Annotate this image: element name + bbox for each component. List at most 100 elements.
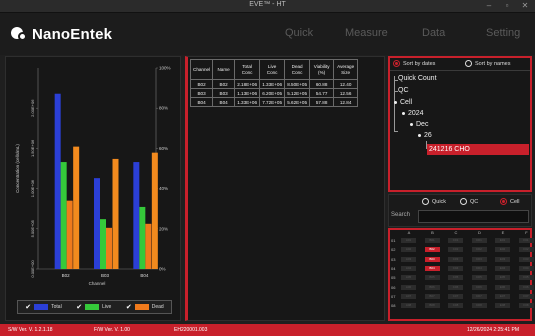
plate-well[interactable]: D05 xyxy=(471,275,487,281)
plate-well[interactable]: E06 xyxy=(495,284,510,290)
maximize-icon[interactable]: ▫ xyxy=(500,1,514,11)
col-header-viability[interactable]: Viability (%) xyxy=(309,59,335,80)
col-header-channel[interactable]: Channel xyxy=(189,59,214,80)
checkbox-total-icon[interactable]: ✔ xyxy=(25,304,31,311)
plate-well[interactable]: E03 xyxy=(495,256,510,262)
plate-well[interactable]: C02 xyxy=(448,247,463,253)
plate-well[interactable]: C08 xyxy=(448,303,463,309)
plate-well[interactable]: A05 xyxy=(401,275,416,281)
col-header-size[interactable]: Average Size xyxy=(333,59,359,80)
plate-well[interactable]: C01 xyxy=(448,238,463,243)
plate-well[interactable]: C05 xyxy=(448,275,463,281)
plate-well[interactable]: E02 xyxy=(495,247,510,253)
plate-well[interactable]: F02 xyxy=(518,247,534,253)
close-icon[interactable]: ✕ xyxy=(518,1,532,11)
plate-well[interactable]: A08 xyxy=(401,303,416,309)
bar-dead-b04 xyxy=(145,223,152,269)
col-header-name[interactable]: Name xyxy=(212,59,236,80)
col-header-live[interactable]: Live Conc xyxy=(259,59,286,80)
plate-well[interactable]: A04 xyxy=(401,265,416,271)
cell-dead: 8.50E+05 xyxy=(284,79,311,89)
plate-well[interactable]: D03 xyxy=(471,256,487,262)
expand-dot-icon[interactable] xyxy=(410,122,413,126)
tree-item-month[interactable]: Dec xyxy=(410,121,428,128)
plate-well[interactable]: A07 xyxy=(401,293,416,299)
tree-item-qc[interactable]: QC xyxy=(398,87,409,94)
tree-item-selected[interactable]: 241216 CHO xyxy=(427,144,529,155)
radio-filter-cell[interactable] xyxy=(500,198,507,205)
plate-well[interactable]: B06 xyxy=(424,284,440,290)
expand-dot-icon[interactable] xyxy=(402,111,405,115)
tree-item-quick-count[interactable]: Quick Count xyxy=(398,75,437,82)
minimize-icon[interactable]: – xyxy=(482,1,496,11)
checkbox-live-icon[interactable]: ✔ xyxy=(76,304,82,311)
cell-total: 1.13E+06 xyxy=(234,88,261,98)
plate-well[interactable]: B03 xyxy=(424,256,440,262)
x-tick-label: B02 xyxy=(62,273,71,278)
tab-data[interactable]: Data xyxy=(422,27,445,39)
plate-well[interactable]: D08 xyxy=(471,303,487,309)
plate-well[interactable]: E01 xyxy=(495,238,510,243)
legend-item-total[interactable]: ✔ Total xyxy=(25,304,61,311)
plate-well[interactable]: B04 xyxy=(424,265,440,271)
plate-well[interactable]: F06 xyxy=(518,284,534,290)
sort-by-names-option[interactable]: Sort by names xyxy=(465,60,510,67)
table-row[interactable]: B02 B02 2.18E+06 1.33E+06 8.50E+05 60.88… xyxy=(189,79,359,89)
plate-well[interactable]: D07 xyxy=(471,293,487,299)
plate-well[interactable]: E04 xyxy=(495,265,510,271)
plate-well[interactable]: D02 xyxy=(471,247,487,253)
filter-qc-option[interactable]: QC xyxy=(460,198,478,205)
plate-well[interactable]: C04 xyxy=(448,265,463,271)
plate-well[interactable]: B07 xyxy=(424,293,440,299)
plate-well[interactable]: F05 xyxy=(518,275,534,281)
cell-viability: 60.88 xyxy=(309,79,335,89)
legend-item-live[interactable]: ✔ Live xyxy=(76,304,111,311)
tab-measure[interactable]: Measure xyxy=(345,27,388,39)
radio-filter-qc[interactable] xyxy=(460,198,467,205)
plate-column-header: F xyxy=(525,230,528,235)
plate-well[interactable]: F08 xyxy=(518,303,534,309)
plate-well[interactable]: F01 xyxy=(518,238,534,243)
radio-filter-quick[interactable] xyxy=(422,198,429,205)
legend-item-dead[interactable]: ✔ Dead xyxy=(126,304,164,311)
tree-item-day[interactable]: 26 xyxy=(418,132,432,139)
plate-well[interactable]: A02 xyxy=(401,247,416,253)
filter-cell-option[interactable]: Cell xyxy=(500,198,519,205)
plate-well[interactable]: E05 xyxy=(495,275,510,281)
tree-item-cell[interactable]: Cell xyxy=(394,99,412,106)
plate-well[interactable]: B08 xyxy=(424,303,440,309)
table-row[interactable]: B03 B03 1.13E+06 6.20E+05 5.12E+05 54.77… xyxy=(189,88,359,98)
tab-quick[interactable]: Quick xyxy=(285,27,313,39)
plate-well[interactable]: E08 xyxy=(495,303,510,309)
col-header-dead[interactable]: Dead Conc xyxy=(284,59,311,80)
sort-by-dates-option[interactable]: Sort by dates xyxy=(393,60,435,67)
tab-setting[interactable]: Setting xyxy=(486,27,520,39)
plate-well[interactable]: E07 xyxy=(495,293,510,299)
plate-well[interactable]: F07 xyxy=(518,293,534,299)
plate-well[interactable]: D04 xyxy=(471,265,487,271)
radio-sort-dates[interactable] xyxy=(393,60,400,67)
table-row[interactable]: B04 B04 1.33E+06 7.72E+05 5.62E+05 57.88… xyxy=(189,97,359,107)
plate-well[interactable]: A06 xyxy=(401,284,416,290)
plate-well[interactable]: F03 xyxy=(518,256,534,262)
expand-dot-icon[interactable] xyxy=(394,100,397,104)
search-input[interactable] xyxy=(418,210,529,223)
col-header-total[interactable]: Total Conc xyxy=(234,59,261,80)
filter-quick-option[interactable]: Quick xyxy=(422,198,446,205)
tree-item-year[interactable]: 2024 xyxy=(402,110,424,117)
checkbox-dead-icon[interactable]: ✔ xyxy=(126,304,132,311)
plate-well[interactable]: C06 xyxy=(448,284,463,290)
plate-well[interactable]: A01 xyxy=(401,238,416,243)
plate-well[interactable]: B05 xyxy=(424,275,440,281)
plate-well[interactable]: C07 xyxy=(448,293,463,299)
plate-well[interactable]: C03 xyxy=(448,256,463,262)
plate-well[interactable]: A03 xyxy=(401,256,416,262)
plate-well[interactable]: D01 xyxy=(471,238,487,243)
plate-well[interactable]: B01 xyxy=(424,238,440,243)
plate-well[interactable]: B02 xyxy=(424,247,440,253)
x-tick-label: B03 xyxy=(101,273,110,278)
radio-sort-names[interactable] xyxy=(465,60,472,67)
plate-well[interactable]: D06 xyxy=(471,284,487,290)
plate-well[interactable]: F04 xyxy=(518,265,534,271)
expand-dot-icon[interactable] xyxy=(418,133,421,137)
